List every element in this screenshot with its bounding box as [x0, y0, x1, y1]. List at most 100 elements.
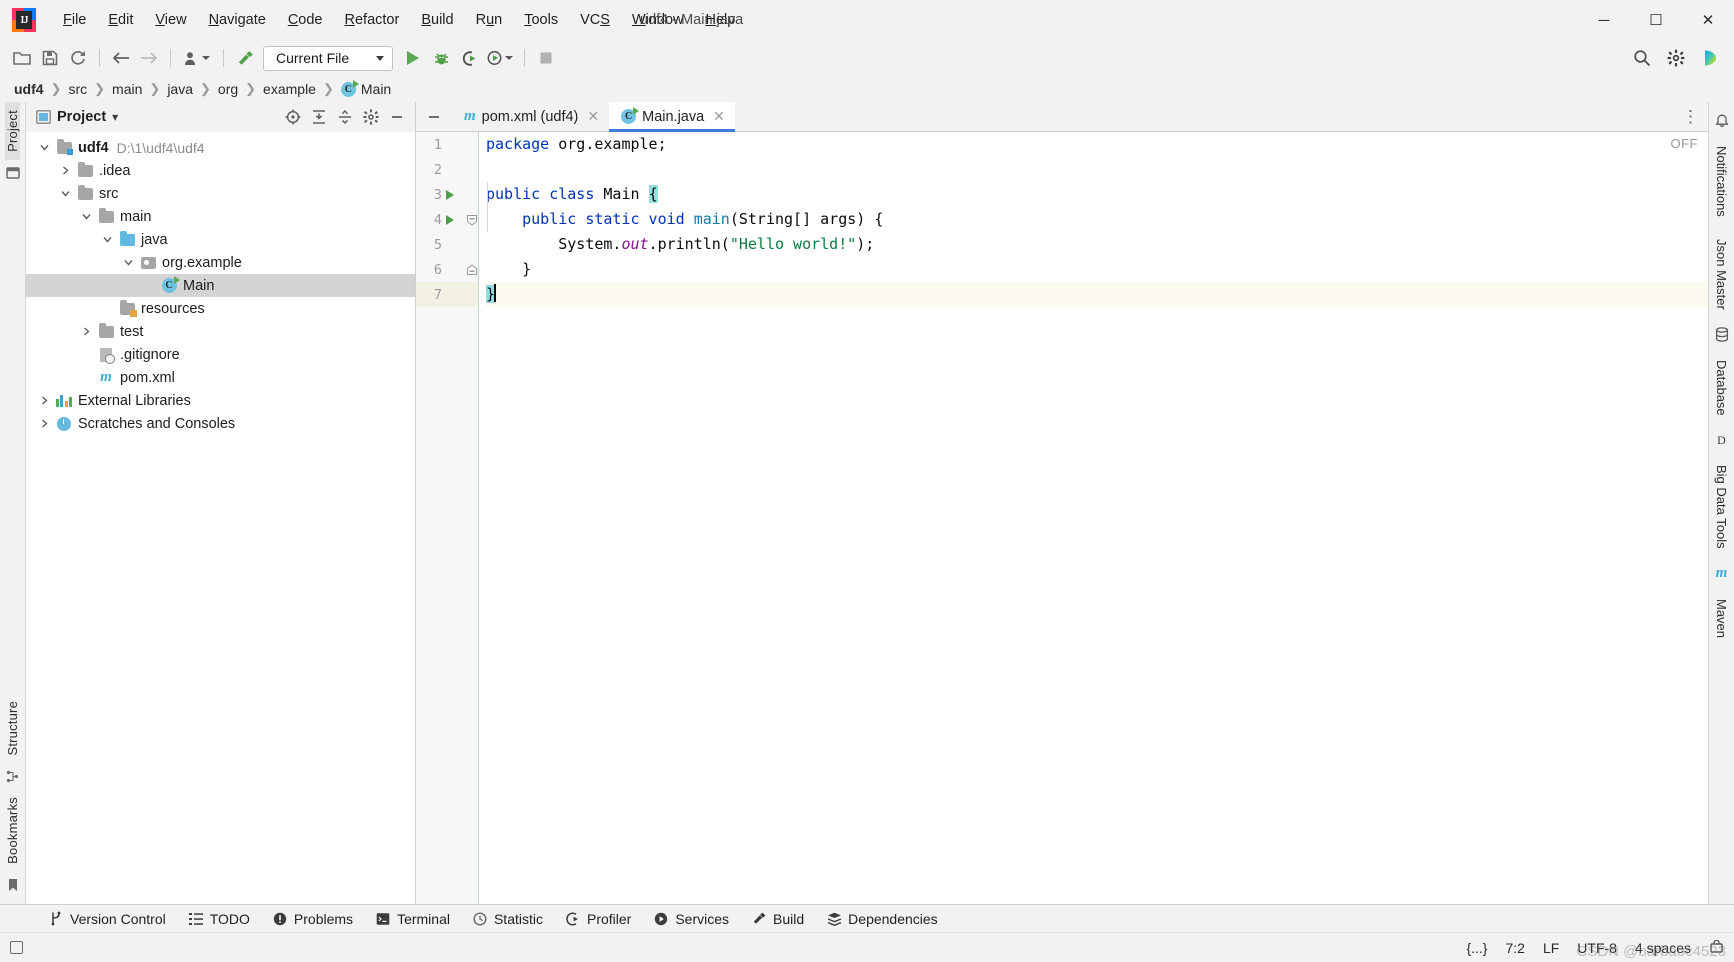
tree-node-external-libraries[interactable]: External Libraries	[26, 389, 415, 412]
encoding-widget[interactable]: UTF-8	[1577, 940, 1617, 956]
close-button[interactable]: ✕	[1682, 0, 1734, 40]
run-gutter-icon[interactable]	[442, 214, 458, 225]
sidebar-item-database[interactable]: Database	[1714, 350, 1729, 426]
editor-tab-main-java[interactable]: C Main.java ✕	[609, 102, 735, 132]
breadcrumb-item-main[interactable]: main	[108, 80, 146, 98]
run-with-coverage-button[interactable]	[455, 45, 483, 71]
breadcrumb-item-org[interactable]: org	[214, 80, 242, 98]
menu-item-navigate[interactable]: Navigate	[198, 8, 277, 32]
tree-expander[interactable]	[34, 419, 54, 428]
menu-item-edit[interactable]: Edit	[97, 8, 144, 32]
tree-expander[interactable]	[118, 258, 138, 267]
menu-item-refactor[interactable]: Refactor	[334, 8, 411, 32]
ide-services-icon[interactable]	[1696, 45, 1724, 71]
breadcrumb-item-main[interactable]: C Main	[337, 79, 395, 98]
menu-item-build[interactable]: Build	[410, 8, 464, 32]
sidebar-item-project[interactable]: Project	[5, 102, 20, 160]
editor-tab-pom-xml-udf4-[interactable]: m pom.xml (udf4) ✕	[452, 102, 610, 131]
menu-item-code[interactable]: Code	[277, 8, 334, 32]
sidebar-item-maven[interactable]: Maven	[1714, 589, 1729, 648]
tree-expander[interactable]	[55, 166, 75, 175]
breadcrumb-item-java[interactable]: java	[163, 80, 197, 98]
hide-tabs-icon[interactable]	[422, 105, 446, 129]
gutter-line-4[interactable]: 4	[416, 207, 478, 232]
gear-icon[interactable]	[1662, 45, 1690, 71]
indent-widget[interactable]: 4 spaces	[1635, 940, 1691, 956]
search-icon[interactable]	[1628, 45, 1656, 71]
bottom-tab-problems[interactable]: Problems	[262, 908, 363, 930]
menu-item-run[interactable]: Run	[465, 8, 514, 32]
gutter-line-6[interactable]: 6	[416, 257, 478, 282]
expand-all-icon[interactable]	[307, 105, 331, 129]
gear-icon[interactable]	[359, 105, 383, 129]
tree-node-scratches-and-consoles[interactable]: Scratches and Consoles	[26, 412, 415, 435]
menu-item-view[interactable]: View	[144, 8, 197, 32]
tree-node-pom-xml[interactable]: m pom.xml	[26, 366, 415, 389]
bookmark-icon[interactable]	[0, 872, 26, 898]
bottom-tab-build[interactable]: Build	[741, 908, 814, 930]
collapse-all-icon[interactable]	[333, 105, 357, 129]
stop-button[interactable]	[532, 45, 560, 71]
project-panel-dropdown[interactable]: ▾	[112, 110, 118, 124]
run-configuration-selector[interactable]: Current File	[263, 45, 393, 71]
gutter-line-3[interactable]: 3	[416, 182, 478, 207]
maximize-button[interactable]: ☐	[1630, 0, 1682, 40]
database-icon[interactable]	[1709, 322, 1734, 348]
show-tool-windows-icon[interactable]	[10, 941, 23, 954]
profile-button[interactable]	[483, 45, 517, 71]
menu-item-file[interactable]: File	[52, 8, 97, 32]
gutter-line-1[interactable]: 1	[416, 132, 478, 157]
minimize-button[interactable]: ─	[1578, 0, 1630, 40]
structure-icon[interactable]	[0, 763, 26, 789]
sync-refresh-icon[interactable]	[64, 45, 92, 71]
bottom-tab-version-control[interactable]: Version Control	[38, 908, 176, 930]
gutter-line-2[interactable]: 2	[416, 157, 478, 182]
bottom-tab-terminal[interactable]: Terminal	[365, 908, 460, 930]
bell-icon[interactable]	[1709, 108, 1734, 134]
tree-node-udf4[interactable]: udf4 D:\1\udf4\udf4	[26, 136, 415, 159]
code-text[interactable]: package org.example; public class Main { …	[478, 132, 1708, 904]
sidebar-item-big-data-tools[interactable]: Big Data Tools	[1714, 455, 1729, 559]
hide-panel-icon[interactable]	[385, 105, 409, 129]
code-editor[interactable]: 1 2 3 4 5 6 7 package org.example; public class…	[416, 132, 1708, 904]
indent-braces-widget[interactable]: {...}	[1466, 940, 1487, 956]
caret-position-widget[interactable]: 7:2	[1505, 940, 1524, 956]
tree-node--gitignore[interactable]: .gitignore	[26, 343, 415, 366]
gutter-line-5[interactable]: 5	[416, 232, 478, 257]
breadcrumb-item-udf4[interactable]: udf4	[10, 80, 48, 98]
tree-expander[interactable]	[76, 212, 96, 221]
bottom-tab-todo[interactable]: TODO	[178, 908, 260, 930]
debug-button[interactable]	[427, 45, 455, 71]
line-separator-widget[interactable]: LF	[1543, 940, 1559, 956]
sidebar-item-notifications[interactable]: Notifications	[1714, 136, 1729, 227]
tree-node-main[interactable]: C Main	[26, 274, 415, 297]
back-arrow-icon[interactable]	[107, 45, 135, 71]
run-gutter-icon[interactable]	[442, 189, 458, 200]
build-hammer-icon[interactable]	[231, 45, 259, 71]
tree-node--idea[interactable]: .idea	[26, 159, 415, 182]
project-tree[interactable]: udf4 D:\1\udf4\udf4 .idea src main java org.ex…	[26, 132, 415, 904]
sidebar-item-json-master[interactable]: Json Master	[1714, 229, 1729, 320]
editor-gutter[interactable]: 1 2 3 4 5 6 7	[416, 132, 478, 904]
tree-node-resources[interactable]: resources	[26, 297, 415, 320]
bottom-tab-dependencies[interactable]: Dependencies	[816, 908, 948, 930]
menu-item-vcs[interactable]: VCS	[569, 8, 621, 32]
bottom-tab-services[interactable]: Services	[643, 908, 739, 930]
tree-expander[interactable]	[76, 327, 96, 336]
sidebar-item-structure[interactable]: Structure	[5, 693, 20, 764]
tree-expander[interactable]	[34, 396, 54, 405]
menu-item-tools[interactable]: Tools	[513, 8, 569, 32]
bottom-tab-statistic[interactable]: Statistic	[462, 908, 553, 930]
open-folder-icon[interactable]	[8, 45, 36, 71]
tree-expander[interactable]	[34, 143, 54, 152]
tree-expander[interactable]	[55, 189, 75, 198]
run-button[interactable]	[399, 45, 427, 71]
tree-node-org-example[interactable]: org.example	[26, 251, 415, 274]
tree-node-src[interactable]: src	[26, 182, 415, 205]
gutter-line-7[interactable]: 7	[416, 282, 478, 307]
breadcrumb-item-example[interactable]: example	[259, 80, 320, 98]
forward-arrow-icon[interactable]	[135, 45, 163, 71]
close-icon[interactable]: ✕	[587, 108, 599, 125]
tree-node-test[interactable]: test	[26, 320, 415, 343]
read-only-icon[interactable]	[1709, 940, 1724, 955]
